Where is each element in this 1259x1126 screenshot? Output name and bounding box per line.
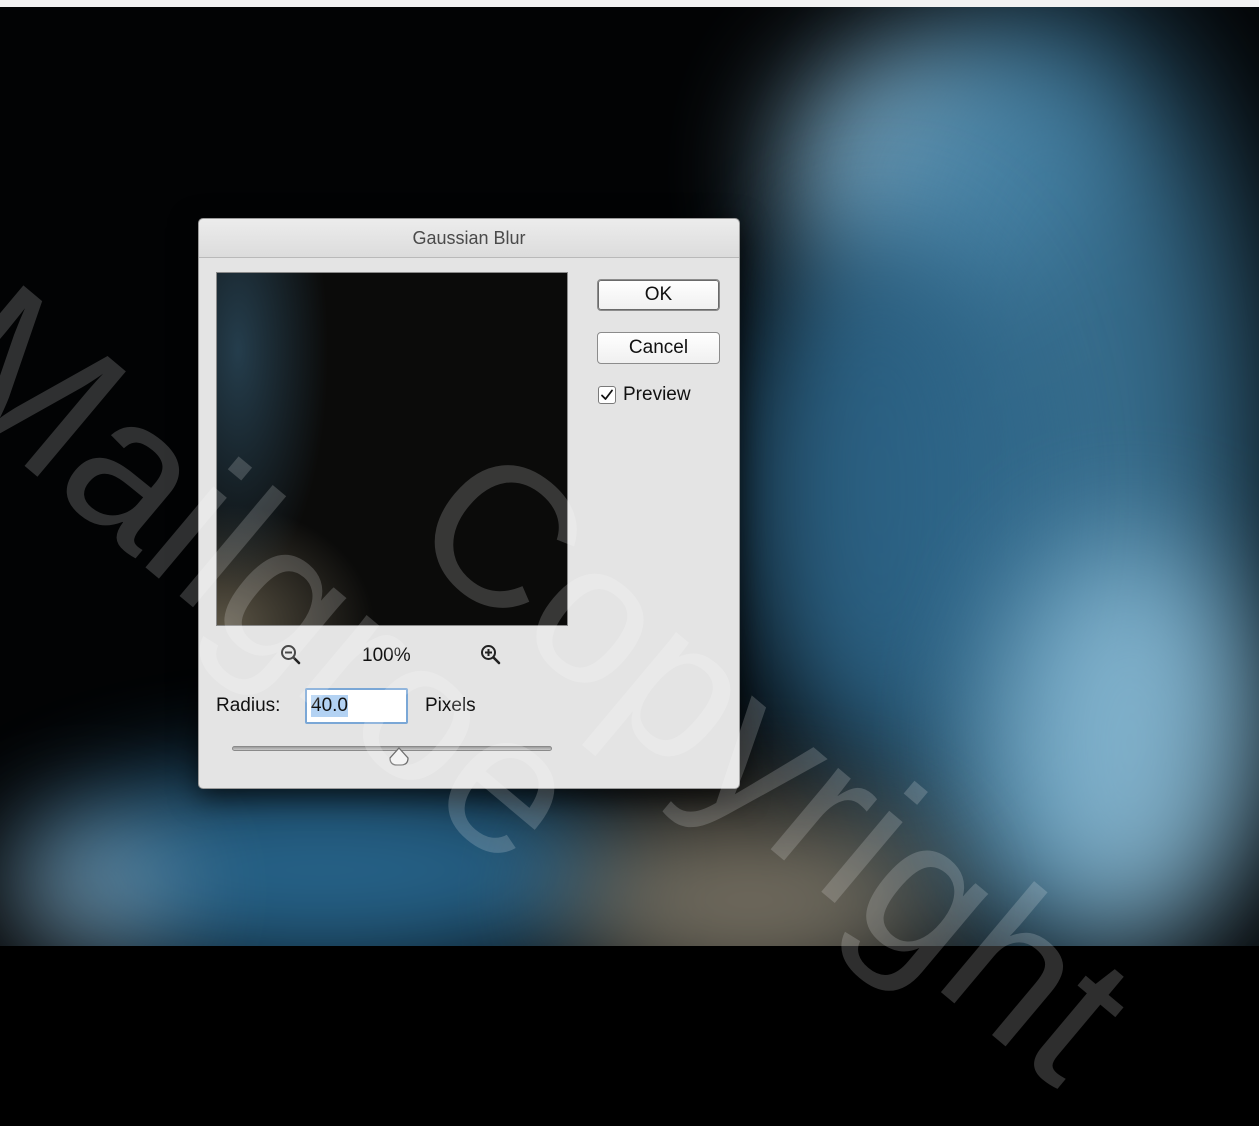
canvas-blur-region (1000, 540, 1259, 946)
zoom-out-icon[interactable] (279, 643, 303, 667)
slider-thumb-icon[interactable] (388, 747, 410, 767)
radius-label: Radius: (216, 695, 281, 716)
dialog-title: Gaussian Blur (412, 227, 526, 248)
preview-checkbox[interactable] (598, 386, 616, 404)
preview-pane[interactable] (216, 272, 568, 626)
gaussian-blur-dialog: Gaussian Blur OK Cancel Preview 100% Rad… (198, 218, 740, 789)
dialog-titlebar[interactable]: Gaussian Blur (199, 219, 739, 258)
radius-row: Radius: Pixels (216, 686, 716, 726)
zoom-level: 100% (362, 645, 411, 666)
ok-button-label: OK (644, 284, 673, 305)
radius-slider[interactable] (232, 745, 552, 769)
cancel-button[interactable]: Cancel (597, 332, 720, 364)
preview-checkbox-row[interactable]: Preview (598, 384, 691, 406)
canvas-blur-region (740, 230, 1020, 750)
ok-button[interactable]: OK (597, 279, 720, 311)
top-strip (0, 0, 1259, 7)
zoom-controls: 100% (199, 637, 739, 677)
checkmark-icon (601, 389, 613, 400)
zoom-in-icon[interactable] (479, 643, 503, 667)
radius-unit-label: Pixels (425, 695, 476, 716)
preview-checkbox-label: Preview (623, 384, 691, 405)
cancel-button-label: Cancel (628, 337, 689, 358)
radius-input[interactable] (305, 688, 408, 724)
canvas-blur-region (560, 810, 940, 946)
